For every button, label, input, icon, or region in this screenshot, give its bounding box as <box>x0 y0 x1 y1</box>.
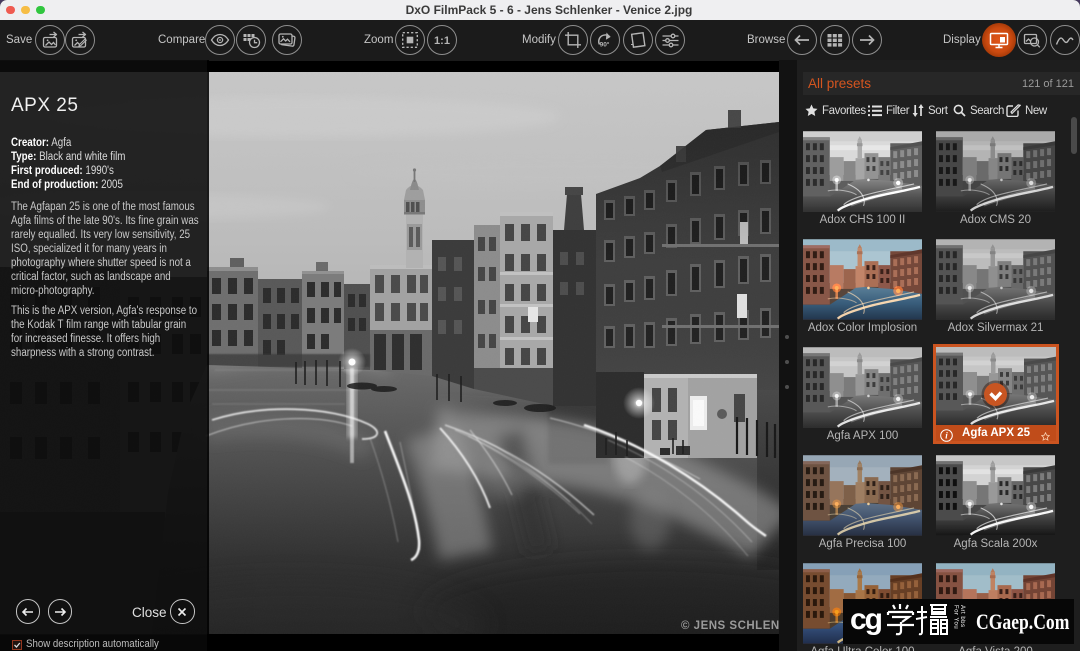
svg-text:90°: 90° <box>599 40 609 48</box>
svg-text:1:1: 1:1 <box>434 35 450 46</box>
svg-text:i: i <box>945 431 948 441</box>
